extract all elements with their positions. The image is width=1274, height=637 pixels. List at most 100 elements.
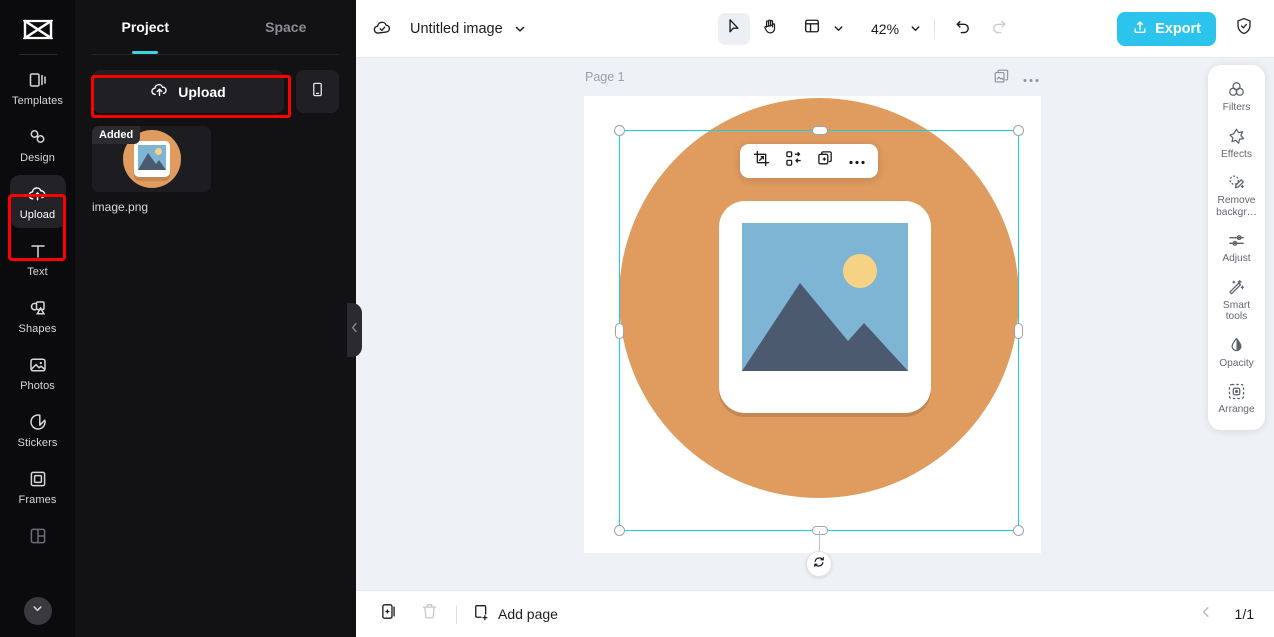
tool-label: Filters bbox=[1222, 102, 1251, 113]
tool-adjust[interactable]: Adjust bbox=[1210, 225, 1263, 270]
duplicate-button[interactable] bbox=[811, 147, 839, 175]
more-button[interactable] bbox=[843, 147, 871, 175]
sidebar-item-label: Design bbox=[20, 152, 55, 164]
sidebar-item-label: Stickers bbox=[17, 437, 58, 449]
replace-button[interactable] bbox=[779, 147, 807, 175]
shield-check-button[interactable] bbox=[1228, 13, 1260, 45]
sidebar-item-label: Templates bbox=[11, 95, 64, 107]
page-more-button[interactable] bbox=[1023, 70, 1039, 88]
tool-group: 42% bbox=[718, 12, 1015, 45]
tool-remove-background[interactable]: Remove backgr… bbox=[1210, 167, 1263, 223]
image-context-toolbar bbox=[740, 144, 878, 178]
asset-thumbnail[interactable]: Added bbox=[92, 126, 211, 192]
templates-icon bbox=[27, 69, 49, 91]
tool-label: Arrange bbox=[1218, 404, 1255, 415]
rail-divider bbox=[18, 54, 57, 55]
arrange-icon bbox=[1227, 382, 1246, 401]
zoom-level[interactable]: 42% bbox=[865, 21, 905, 37]
rotate-handle[interactable] bbox=[806, 551, 832, 577]
document-title-chevron-down-icon[interactable] bbox=[513, 22, 527, 36]
panel-tabs: Project Space bbox=[75, 0, 356, 54]
editor-main: Untitled image 42% Export Page 1 Filters… bbox=[356, 0, 1274, 637]
sidebar-item-label: Photos bbox=[20, 380, 55, 392]
canvas-area[interactable]: Page 1 Filters Effects Remove backgr… Ad… bbox=[356, 58, 1274, 590]
select-tool-button[interactable] bbox=[718, 12, 750, 45]
bottom-divider bbox=[456, 604, 457, 624]
chevron-down-icon bbox=[31, 602, 44, 620]
redo-button[interactable] bbox=[983, 13, 1015, 45]
artwork-mountains bbox=[742, 283, 908, 371]
more-dots-icon bbox=[1023, 70, 1039, 88]
layout-tool-button[interactable] bbox=[796, 13, 828, 45]
upload-button[interactable]: Upload bbox=[92, 70, 284, 113]
export-upload-icon bbox=[1132, 19, 1148, 39]
layout-chevron-down-icon[interactable] bbox=[832, 22, 845, 35]
zoom-chevron-down-icon[interactable] bbox=[909, 22, 922, 35]
tool-label: Effects bbox=[1221, 148, 1252, 160]
asset-grid: Added image.png bbox=[75, 113, 356, 214]
left-icon-rail: Templates Design Upload Text Shapes Phot… bbox=[0, 0, 75, 637]
opacity-drop-icon bbox=[1227, 336, 1246, 355]
sidebar-item-overflow[interactable] bbox=[10, 517, 66, 553]
undo-button[interactable] bbox=[947, 13, 979, 45]
tool-label: Remove backgr… bbox=[1216, 195, 1257, 218]
panel-collapse-handle[interactable] bbox=[347, 303, 362, 357]
replace-image-icon bbox=[785, 150, 802, 172]
duplicate-layer-icon bbox=[817, 150, 834, 172]
sidebar-item-label: Shapes bbox=[18, 323, 57, 335]
add-page-button[interactable]: Add page bbox=[471, 603, 558, 625]
upload-row: Upload bbox=[75, 55, 356, 113]
sidebar-item-templates[interactable]: Templates bbox=[10, 61, 66, 114]
toolbar-divider bbox=[934, 18, 936, 39]
tab-space[interactable]: Space bbox=[216, 0, 357, 54]
sidebar-item-text[interactable]: Text bbox=[10, 232, 66, 285]
chevron-left-icon bbox=[350, 321, 359, 339]
sidebar-item-photos[interactable]: Photos bbox=[10, 346, 66, 399]
upload-from-mobile-button[interactable] bbox=[296, 70, 339, 113]
tool-smart-tools[interactable]: Smart tools bbox=[1210, 272, 1263, 328]
artwork-photo-inner bbox=[742, 223, 908, 371]
layout-grid-icon bbox=[27, 525, 49, 547]
sidebar-item-label: Upload bbox=[19, 209, 56, 221]
sidebar-item-frames[interactable]: Frames bbox=[10, 460, 66, 513]
rotate-icon bbox=[812, 555, 826, 574]
duplicate-page-button[interactable] bbox=[376, 601, 402, 627]
document-title[interactable]: Untitled image bbox=[410, 21, 503, 37]
asset-item[interactable]: Added image.png bbox=[92, 126, 211, 214]
prev-page-button[interactable] bbox=[1193, 601, 1219, 627]
sidebar-item-stickers[interactable]: Stickers bbox=[10, 403, 66, 456]
hand-tool-button[interactable] bbox=[754, 13, 786, 45]
crop-button[interactable] bbox=[747, 147, 775, 175]
effects-star-icon bbox=[1227, 127, 1246, 146]
sticker-icon bbox=[27, 411, 49, 433]
sidebar-item-upload[interactable]: Upload bbox=[9, 175, 66, 228]
adjust-sliders-icon bbox=[1227, 231, 1246, 250]
chevron-left-icon bbox=[1199, 605, 1213, 624]
export-button[interactable]: Export bbox=[1117, 11, 1216, 46]
cloud-saved-icon[interactable] bbox=[370, 17, 394, 41]
shapes-icon bbox=[27, 297, 49, 319]
add-page-label: Add page bbox=[498, 606, 558, 622]
frames-icon bbox=[27, 468, 49, 490]
hand-pan-icon bbox=[761, 17, 779, 40]
layout-grid-icon bbox=[803, 17, 821, 40]
delete-page-button[interactable] bbox=[416, 601, 442, 627]
sidebar-item-label: Frames bbox=[18, 494, 57, 506]
capcut-logo-icon bbox=[18, 14, 58, 46]
tool-arrange[interactable]: Arrange bbox=[1210, 376, 1263, 421]
tab-project[interactable]: Project bbox=[75, 0, 216, 54]
artwork-photo-card bbox=[719, 201, 931, 413]
photos-icon bbox=[27, 354, 49, 376]
duplicate-page-button[interactable] bbox=[993, 68, 1010, 90]
sidebar-item-shapes[interactable]: Shapes bbox=[10, 289, 66, 342]
sidebar-item-label: Text bbox=[27, 266, 48, 278]
sidebar-item-design[interactable]: Design bbox=[10, 118, 66, 171]
bottom-toolbar: Add page 1/1 bbox=[356, 590, 1274, 637]
cursor-select-icon bbox=[725, 17, 743, 40]
asset-name: image.png bbox=[92, 200, 149, 214]
page-nav: 1/1 bbox=[1193, 601, 1254, 627]
tool-effects[interactable]: Effects bbox=[1210, 121, 1263, 166]
rail-expand-button[interactable] bbox=[23, 597, 52, 625]
tool-opacity[interactable]: Opacity bbox=[1210, 330, 1263, 375]
tool-filters[interactable]: Filters bbox=[1210, 74, 1263, 119]
